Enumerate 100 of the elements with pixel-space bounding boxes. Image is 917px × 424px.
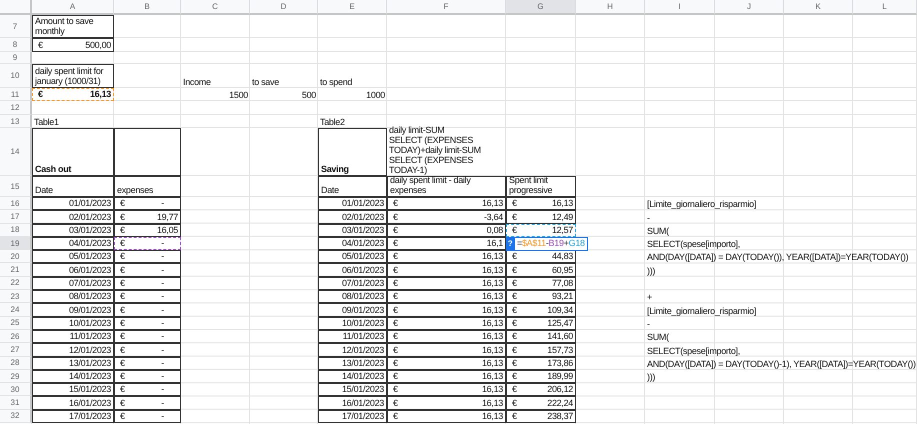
table-cell: € 157,73 <box>506 343 576 357</box>
row-header[interactable]: 15 <box>0 176 32 197</box>
table-cell: 07/01/2023 <box>32 276 114 290</box>
formula-editor[interactable]: =$A$11-B19+G18 <box>514 236 588 251</box>
row-header[interactable]: 8 <box>0 38 32 52</box>
row-header[interactable]: 18 <box>0 224 32 237</box>
table-cell: € - <box>114 343 181 357</box>
cell-text: + <box>647 292 652 302</box>
table-cell: 11/01/2023 <box>318 330 387 344</box>
table-cell: 14/01/2023 <box>32 370 114 384</box>
row-header[interactable]: 21 <box>0 263 32 277</box>
table-cell: € 238,37 <box>506 410 576 424</box>
row-header[interactable]: 31 <box>0 396 32 410</box>
table-cell: € -3,64 <box>387 210 506 224</box>
column-header[interactable]: I <box>645 0 715 15</box>
table-cell: € 500,00 <box>32 38 114 52</box>
row-header[interactable]: 25 <box>0 316 32 330</box>
table-cell: Date <box>32 176 114 197</box>
table-cell: € 44,83 <box>506 250 576 264</box>
row-header[interactable]: 7 <box>0 15 32 38</box>
column-header[interactable]: G <box>506 0 576 15</box>
table-cell: € 16,05 <box>114 224 181 237</box>
column-header[interactable]: H <box>576 0 645 15</box>
row-header[interactable]: 29 <box>0 370 32 384</box>
row-header[interactable]: 32 <box>0 410 32 424</box>
column-header[interactable]: F <box>387 0 506 15</box>
column-header[interactable]: B <box>114 0 181 15</box>
table-cell: € 16,13 <box>387 370 506 384</box>
table-cell: € 16,13 <box>387 290 506 304</box>
table-cell: € - <box>114 197 181 210</box>
row-header[interactable]: 26 <box>0 330 32 344</box>
row-header[interactable]: 14 <box>0 128 32 176</box>
cell-text: [Limite_giornaliero_risparmio] <box>647 199 756 210</box>
table-cell: € - <box>114 330 181 344</box>
table-cell: 09/01/2023 <box>32 303 114 317</box>
row-header[interactable]: 23 <box>0 290 32 304</box>
table-cell: € 19,77 <box>114 210 181 224</box>
row-header[interactable]: 30 <box>0 383 32 396</box>
table-cell: expenses <box>114 176 181 197</box>
table-cell: Cash out <box>32 128 114 176</box>
table-cell: € - <box>114 236 181 250</box>
column-header[interactable]: L <box>853 0 917 15</box>
row-header[interactable]: 9 <box>0 52 32 64</box>
row-header[interactable]: 20 <box>0 250 32 264</box>
table-cell: € 222,24 <box>506 396 576 410</box>
table-cell: € 16,13 <box>387 303 506 317</box>
cell-text: AND(DAY([DATA]) = DAY(TODAY()), YEAR([DATA])=YEAR(TODAY()) <box>647 252 908 262</box>
cell-text: AND(DAY([DATA]) = DAY(TODAY()-1), YEAR([DATA])=YEAR(TODAY()) <box>647 358 916 369</box>
column-header[interactable]: K <box>784 0 853 15</box>
table-cell: Saving <box>318 128 387 176</box>
table-cell: € 16,13 <box>387 330 506 344</box>
table-cell: 05/01/2023 <box>318 250 387 264</box>
row-header[interactable]: 11 <box>0 88 32 101</box>
table-cell: 02/01/2023 <box>32 210 114 224</box>
table-cell: € 16,13 <box>387 343 506 357</box>
column-header[interactable]: D <box>250 0 318 15</box>
table-cell: 04/01/2023 <box>32 236 114 250</box>
cell-text: Table2 <box>320 117 345 127</box>
table-cell: 05/01/2023 <box>32 250 114 264</box>
cell-text: - <box>647 318 650 329</box>
table-cell: 03/01/2023 <box>32 224 114 237</box>
cell-text: - <box>647 212 650 223</box>
table-cell: 13/01/2023 <box>318 356 387 370</box>
row-header[interactable]: 12 <box>0 101 32 115</box>
select-all-corner[interactable] <box>0 0 32 15</box>
row-header[interactable]: 13 <box>0 115 32 128</box>
table-cell: 15/01/2023 <box>32 383 114 396</box>
cell-text: to save <box>252 77 279 87</box>
table-cell: € 16,13 <box>387 316 506 330</box>
table-cell: € - <box>114 316 181 330</box>
row-header[interactable]: 22 <box>0 276 32 290</box>
cell-text: SUM( <box>647 226 669 236</box>
cell-text: 1000 <box>366 90 385 100</box>
table-cell: 17/01/2023 <box>318 410 387 424</box>
row-header[interactable]: 27 <box>0 343 32 357</box>
table-cell: € 16,13 <box>387 356 506 370</box>
table-cell: € 16,1 <box>387 236 506 250</box>
row-header[interactable]: 16 <box>0 197 32 210</box>
cell-text: Income <box>183 77 211 87</box>
row-header[interactable]: 19 <box>0 236 32 250</box>
row-header[interactable]: 10 <box>0 64 32 88</box>
row-header[interactable]: 28 <box>0 356 32 370</box>
table-cell: € - <box>114 250 181 264</box>
cell-text: [Limite_giornaliero_risparmio] <box>647 306 756 316</box>
help-icon[interactable]: ? <box>506 236 514 251</box>
table-cell: € - <box>114 303 181 317</box>
table-cell: € 16,13 <box>387 276 506 290</box>
table-cell: 17/01/2023 <box>32 410 114 424</box>
column-header[interactable]: E <box>318 0 387 15</box>
row-header[interactable]: 24 <box>0 303 32 317</box>
table-cell: € - <box>114 356 181 370</box>
table-cell: € 60,95 <box>506 263 576 277</box>
column-header[interactable]: J <box>715 0 784 15</box>
column-header[interactable]: A <box>32 0 114 15</box>
table-cell: € - <box>114 410 181 424</box>
table-cell: € - <box>114 290 181 304</box>
table-cell: € 0,08 <box>387 224 506 237</box>
column-header[interactable]: C <box>181 0 250 15</box>
row-header[interactable]: 17 <box>0 210 32 224</box>
table-cell: € 206,12 <box>506 383 576 396</box>
